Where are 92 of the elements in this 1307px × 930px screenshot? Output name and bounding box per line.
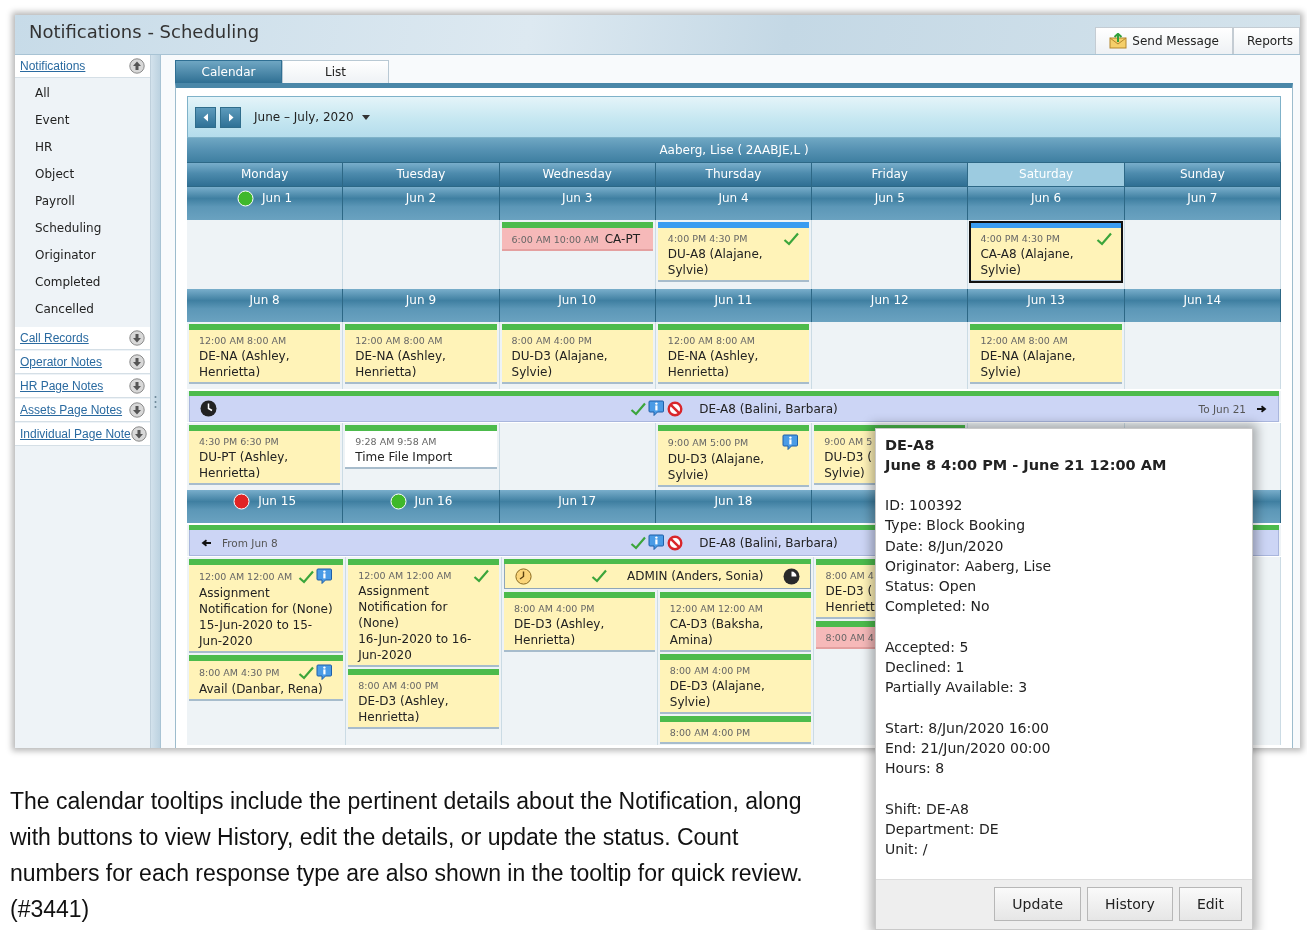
date-label: Jun 14 xyxy=(1183,292,1222,309)
event-time: 8:00 AM 4:30 PM xyxy=(199,667,280,678)
event-time: 9:28 AM 9:58 AM xyxy=(355,436,437,447)
event-time: 8:00 AM 4:00 PM xyxy=(358,680,439,691)
event-title: CA-A8 (Alajane, Sylvie) xyxy=(980,247,1074,277)
date-label: Jun 9 xyxy=(405,292,436,309)
event-time: 12:00 AM 12:00 AM xyxy=(358,570,452,581)
event-time: 4:30 PM 6:30 PM xyxy=(199,436,279,447)
event-title: Avail (Danbar, Rena) xyxy=(199,682,323,696)
date-label: Jun 2 xyxy=(405,190,436,207)
date-label: Jun 13 xyxy=(1027,292,1065,309)
event-detail: Henriett xyxy=(825,600,875,614)
event-time: 12:00 AM 8:00 AM xyxy=(355,335,443,346)
event-title: Assignment Notification for (None) xyxy=(199,586,333,616)
event-title: Time File Import xyxy=(355,450,453,464)
detail-line: Partially Available: 3 xyxy=(885,678,1029,698)
window-title: Notifications - Scheduling xyxy=(28,20,260,42)
date-label: Jun 18 xyxy=(714,493,753,510)
event-time: 9:00 AM 5:00 PM xyxy=(667,437,749,448)
date-label: Jun 17 xyxy=(558,493,597,510)
day-header: Friday xyxy=(812,163,969,187)
tooltip-subtitle: June 8 4:00 PM - June 21 12:00 AM xyxy=(885,456,1168,475)
event-detail: 16-Jun-2020 to 16-Jun-2020 xyxy=(358,632,472,662)
date-label: Jun 16 xyxy=(414,493,453,510)
event-title: DE-NA (Ashley, Henrietta) xyxy=(355,349,446,379)
event-detail: Sylvie) xyxy=(824,466,865,480)
date-label: Jun 1 xyxy=(262,190,293,207)
owner-header: Aaberg, Lise ( 2AABJE,L ) xyxy=(187,138,1281,163)
detail-line: Department: DE xyxy=(885,819,1000,839)
event-time: 8:00 AM 4:00 PM xyxy=(511,335,592,346)
span-event-title: ADMIN (Anders, Sonia) xyxy=(627,569,764,583)
event-time: 9:00 AM 5 xyxy=(824,436,873,447)
detail-line: ID: 100392 xyxy=(885,496,964,515)
tooltip-title: DE-A8 xyxy=(885,436,936,455)
day-header: Wednesday xyxy=(499,163,656,187)
event-title: DE-NA (Ashley, Henrietta) xyxy=(667,349,759,379)
event-title: DU-D3 (Alajane, Sylvie) xyxy=(667,452,764,482)
event-title: CA-PT xyxy=(604,231,640,247)
event-time: 8:00 AM 4 xyxy=(825,632,874,643)
date-label: Jun 4 xyxy=(718,190,749,207)
event-title: DE-NA (Ashley, Henrietta) xyxy=(199,349,290,379)
detail-line: Hours: 8 xyxy=(885,759,946,779)
detail-line: Date: 8/Jun/2020 xyxy=(885,536,1005,556)
date-label: Jun 6 xyxy=(1030,190,1062,207)
detail-line: Start: 8/Jun/2020 16:00 xyxy=(885,718,1050,738)
span-event-title: DE-A8 (Balini, Barbara) xyxy=(699,401,838,416)
date-label: Jun 7 xyxy=(1187,190,1218,207)
event-title: DE-D3 ( xyxy=(825,584,873,598)
span-start-label: From Jun 8 xyxy=(222,536,278,549)
event-time: 12:00 AM 12:00 AM xyxy=(669,603,764,614)
event-time: 8:00 AM 4:00 PM xyxy=(514,603,595,614)
detail-line: Accepted: 5 xyxy=(885,637,970,657)
span-event-title: DE-A8 (Balini, Barbara) xyxy=(699,535,838,550)
event-time: 12:00 AM 8:00 AM xyxy=(667,335,755,346)
date-label: Jun 5 xyxy=(874,190,905,207)
event-title: DE-D3 (Alajane, Sylvie) xyxy=(669,679,765,709)
event-time: 4:00 PM 4:30 PM xyxy=(667,233,748,244)
event-time: 12:00 AM 12:00 AM xyxy=(199,571,293,582)
event-title: Assignment Notification for (None) xyxy=(358,584,448,630)
date-label: Jun 3 xyxy=(562,190,593,207)
event-title: DU-D3 ( xyxy=(824,450,872,464)
date-label: Jun 11 xyxy=(714,292,753,309)
day-header: Saturday xyxy=(968,163,1125,187)
event-time: 12:00 AM 8:00 AM xyxy=(980,335,1068,346)
event-title: DE-NA (Alajane, Sylvie) xyxy=(980,349,1076,379)
span-end-label: To Jun 21 xyxy=(1198,402,1246,415)
day-header: Tuesday xyxy=(343,163,500,187)
caption-paragraph: The calendar tooltips include the pertinent details about the Notification, along with buttons to view History, edit the details, or update the status. Count numbers for each response type are also shown in the tooltip for quick review. (#3441) xyxy=(10,787,804,924)
detail-line: Declined: 1 xyxy=(885,658,966,678)
event-title: DE-D3 (Ashley, Henrietta) xyxy=(514,617,605,647)
date-label: Jun 15 xyxy=(258,493,297,510)
day-header: Thursday xyxy=(655,163,813,187)
event-title: DE-D3 (Ashley, Henrietta) xyxy=(358,694,449,724)
detail-line: Shift: DE-A8 xyxy=(885,799,970,819)
event-time: 6:00 AM 10:00 AM xyxy=(511,233,599,245)
event-title: CA-D3 (Baksha, Amina) xyxy=(669,617,764,647)
detail-line: Unit: / xyxy=(885,840,929,860)
date-label: Jun 12 xyxy=(870,292,909,309)
event-title: DU-D3 (Alajane, Sylvie) xyxy=(511,349,608,379)
event-time: 12:00 AM 8:00 AM xyxy=(199,335,287,346)
event-time: 8:00 AM 4:00 PM xyxy=(669,727,751,738)
day-header: Sunday xyxy=(1124,163,1281,187)
date-label: Jun 8 xyxy=(249,292,280,309)
date-label: Jun 10 xyxy=(558,292,597,309)
event-title: DU-PT (Ashley, Henrietta) xyxy=(199,450,289,480)
event-detail: 15-Jun-2020 to 15-Jun-2020 xyxy=(199,618,313,648)
event-time: 4:00 PM 4:30 PM xyxy=(980,233,1060,244)
detail-line: End: 21/Jun/2020 00:00 xyxy=(885,738,1052,758)
day-header: Monday xyxy=(187,163,344,187)
event-title: DU-A8 (Alajane, Sylvie) xyxy=(667,247,763,277)
event-time: 8:00 AM 4 xyxy=(825,570,874,581)
event-time: 8:00 AM 4:00 PM xyxy=(669,665,751,676)
